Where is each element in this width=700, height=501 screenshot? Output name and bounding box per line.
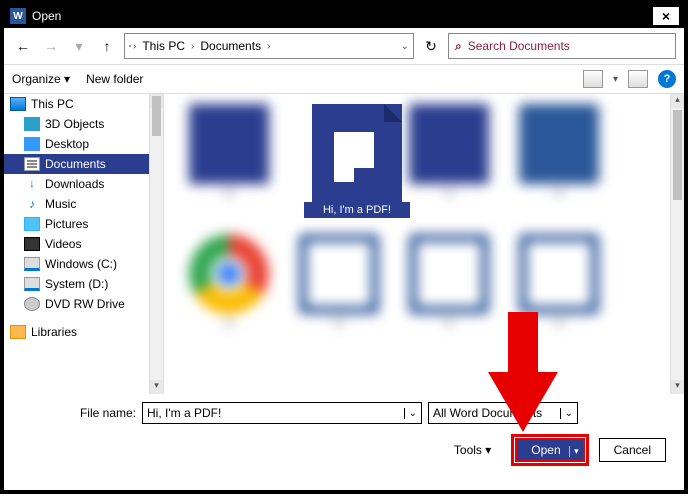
search-placeholder: Search Documents <box>468 39 570 53</box>
organize-button[interactable]: Organize ▾ <box>12 72 70 86</box>
breadcrumb-segment[interactable]: Documents <box>196 39 265 53</box>
breadcrumb[interactable]: › This PC › Documents › ⌄ <box>124 33 414 59</box>
chevron-down-icon[interactable]: ⌄ <box>401 41 409 52</box>
open-dialog: W Open × ← → ▾ ↑ › This PC › Documents ›… <box>0 0 688 494</box>
nav-row: ← → ▾ ↑ › This PC › Documents › ⌄ ↻ ⌕ Se… <box>4 28 684 64</box>
file-list[interactable]: xx xx xx xx xx xx xx Hi, I'm a PDF! ▴▾ <box>164 94 684 394</box>
view-options-button[interactable] <box>583 70 603 88</box>
cancel-button[interactable]: Cancel <box>599 438 666 462</box>
disc-icon <box>24 297 40 311</box>
file-label: Hi, I'm a PDF! <box>304 202 410 218</box>
drive-icon <box>24 257 40 271</box>
dialog-footer: File name: Hi, I'm a PDF!⌄ All Word Docu… <box>4 394 684 474</box>
drive-icon <box>24 277 40 291</box>
tree-item-pictures[interactable]: Pictures <box>4 214 163 234</box>
up-button[interactable]: ↑ <box>96 35 118 57</box>
recent-locations-button[interactable]: ▾ <box>68 35 90 57</box>
back-button[interactable]: ← <box>12 35 34 57</box>
tree-scrollbar[interactable]: ▴▾ <box>149 94 163 394</box>
search-icon: ⌕ <box>455 39 462 54</box>
tree-item-libraries[interactable]: Libraries <box>4 322 163 342</box>
tree-item-3d-objects[interactable]: 3D Objects <box>4 114 163 134</box>
cube-icon <box>24 117 40 131</box>
pictures-icon <box>24 217 40 231</box>
forward-button[interactable]: → <box>40 35 62 57</box>
folder-icon <box>129 45 131 47</box>
music-icon: ♪ <box>24 197 40 211</box>
desktop-icon <box>24 137 40 151</box>
tree-item-documents[interactable]: Documents <box>4 154 163 174</box>
pc-icon <box>10 97 26 111</box>
tree-item-downloads[interactable]: ↓Downloads <box>4 174 163 194</box>
file-item-selected[interactable]: Hi, I'm a PDF! <box>304 104 410 218</box>
pdf-file-icon <box>312 104 402 204</box>
download-icon: ↓ <box>24 177 40 191</box>
breadcrumb-segment[interactable]: This PC <box>138 39 189 53</box>
chevron-down-icon[interactable]: ▾ <box>613 74 618 85</box>
libraries-icon <box>10 325 26 339</box>
new-folder-button[interactable]: New folder <box>86 72 143 86</box>
tools-menu[interactable]: Tools ▾ <box>454 443 491 457</box>
tree-item-desktop[interactable]: Desktop <box>4 134 163 154</box>
tree-item-this-pc[interactable]: This PC <box>4 94 163 114</box>
tree-item-dvd[interactable]: DVD RW Drive <box>4 294 163 314</box>
refresh-button[interactable]: ↻ <box>420 38 442 55</box>
search-input[interactable]: ⌕ Search Documents <box>448 33 676 59</box>
command-bar: Organize ▾ New folder ▾ ? <box>4 64 684 94</box>
nav-tree: This PC 3D Objects Desktop Documents ↓Do… <box>4 94 164 394</box>
document-icon <box>24 157 40 171</box>
preview-pane-button[interactable] <box>628 70 648 88</box>
tree-item-system-d[interactable]: System (D:) <box>4 274 163 294</box>
file-filter-select[interactable]: All Word Documents⌄ <box>428 402 578 424</box>
tree-item-videos[interactable]: Videos <box>4 234 163 254</box>
videos-icon <box>24 237 40 251</box>
word-app-icon: W <box>10 8 26 24</box>
titlebar: W Open × <box>4 4 684 28</box>
open-button[interactable]: Open▾ <box>515 438 584 462</box>
window-title: Open <box>32 9 61 23</box>
open-button-highlight: Open▾ <box>511 434 588 466</box>
filename-label: File name: <box>16 406 136 420</box>
tree-item-music[interactable]: ♪Music <box>4 194 163 214</box>
filename-input[interactable]: Hi, I'm a PDF!⌄ <box>142 402 422 424</box>
tree-item-windows-c[interactable]: Windows (C:) <box>4 254 163 274</box>
help-button[interactable]: ? <box>658 70 676 88</box>
close-icon[interactable]: × <box>652 6 680 26</box>
content-scrollbar[interactable]: ▴▾ <box>670 94 684 394</box>
